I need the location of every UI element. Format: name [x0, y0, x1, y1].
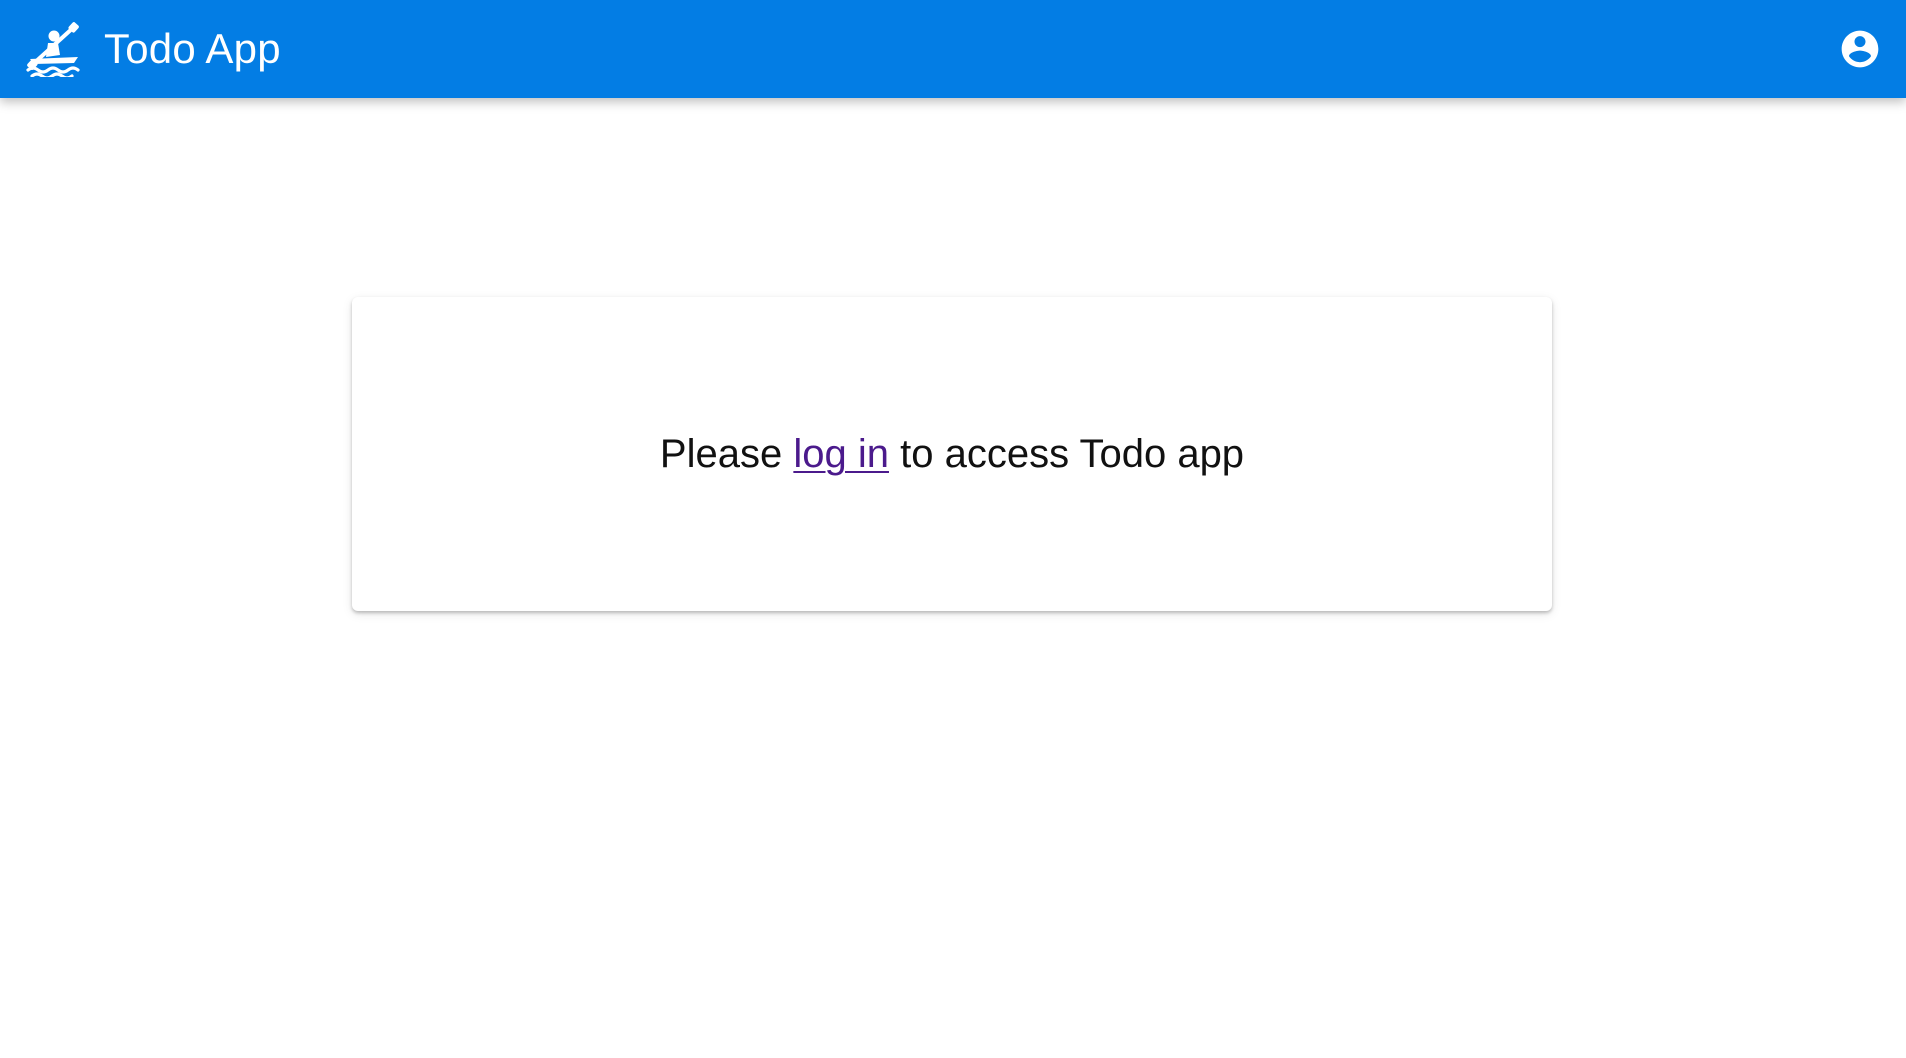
account-circle-icon	[1841, 30, 1879, 68]
message-prefix: Please	[659, 432, 783, 476]
login-link[interactable]: log in	[793, 432, 889, 476]
message-suffix: to access Todo app	[900, 432, 1245, 476]
account-button[interactable]	[1834, 23, 1886, 75]
kayaking-icon[interactable]	[24, 21, 84, 77]
login-prompt-message: Please log in to access Todo app	[660, 430, 1244, 478]
login-prompt-card: Please log in to access Todo app	[352, 297, 1552, 611]
app-title: Todo App	[104, 25, 281, 72]
app-bar: Todo App	[0, 0, 1906, 98]
